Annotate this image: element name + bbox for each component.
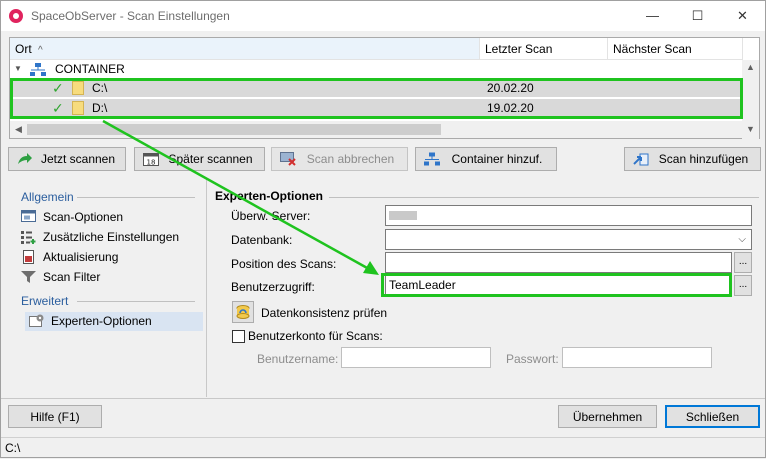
settings-window: SpaceObServer - Scan Einstellungen — ☐ ✕… xyxy=(0,0,766,458)
annotation-arrow xyxy=(102,119,379,275)
